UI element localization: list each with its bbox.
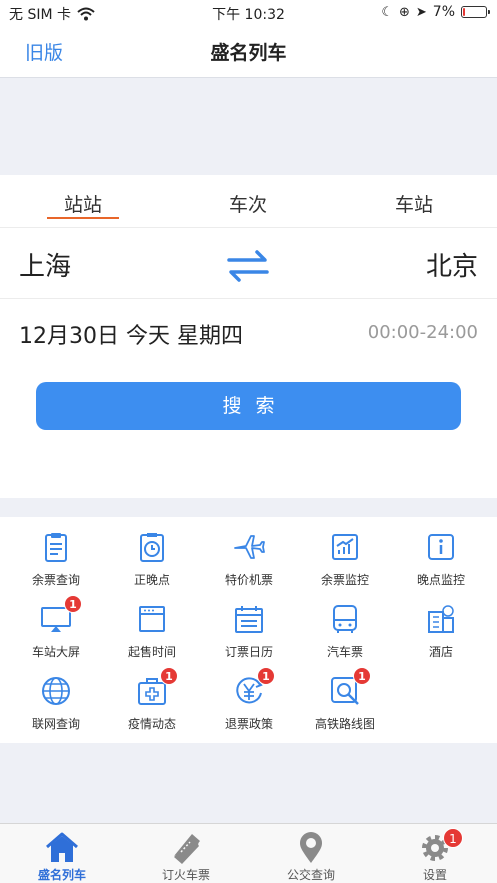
tab-station[interactable]: 车站	[364, 190, 464, 217]
time-range[interactable]: 00:00-24:00	[368, 322, 478, 343]
date-row[interactable]: 12月30日 今天 星期四 00:00-24:00	[0, 299, 497, 369]
grid-item[interactable]: 特价机票	[207, 517, 291, 587]
grid-item-label: 订票日历	[224, 645, 273, 659]
grid-item[interactable]: 1 退票政策	[207, 661, 291, 731]
grid-item-label: 晚点监控	[416, 573, 465, 587]
status-bar: 无 SIM 卡 下午 10:32 ☾ ⊕ ➤ 7%	[0, 0, 497, 26]
home-icon	[46, 832, 78, 862]
tab-bar-label: 盛名列车	[37, 868, 86, 882]
swap-icon[interactable]	[225, 248, 271, 284]
grid-item-label: 疫情动态	[127, 717, 176, 731]
grid-item-label: 高铁路线图	[314, 717, 375, 731]
grid-item-label: 余票监控	[320, 573, 369, 587]
grid-item-label: 起售时间	[127, 645, 176, 659]
status-right: ☾ ⊕ ➤ 7%	[381, 4, 490, 20]
grid-item[interactable]: 联网查询	[14, 661, 98, 731]
search-tabs: 站站 车次 车站	[0, 190, 497, 222]
grid-item[interactable]: 1 高铁路线图	[303, 661, 387, 731]
search-card: 站站 车次 车站 上海 北京 12月30日 今天 星期四 00:00-24:00…	[0, 175, 497, 498]
notification-badge: 1	[257, 667, 275, 685]
grid-item[interactable]: 起售时间	[110, 589, 194, 659]
battery-fill	[463, 8, 465, 16]
globe-icon	[42, 677, 70, 705]
hotel-icon	[428, 605, 454, 633]
location-pin-icon	[300, 832, 322, 863]
to-station[interactable]: 北京	[426, 246, 478, 283]
grid-item[interactable]: 1 车站大屏	[14, 589, 98, 659]
grid-item-label: 特价机票	[224, 573, 273, 587]
page-title: 盛名列车	[210, 42, 287, 64]
notification-badge: 1	[160, 667, 178, 685]
tab-bar-label: 订火车票	[161, 868, 210, 882]
search-button[interactable]: 搜索	[36, 382, 461, 430]
tab-bar-label: 公交查询	[286, 868, 335, 882]
grid-item[interactable]: 汽车票	[303, 589, 387, 659]
tab-bar-item[interactable]: 盛名列车	[0, 824, 124, 883]
rotation-lock-icon: ⊕	[398, 4, 410, 20]
grid-item-label: 正晚点	[133, 573, 170, 587]
bus-icon	[333, 605, 357, 633]
grid-item-label: 汽车票	[326, 645, 363, 659]
notification-badge: 1	[443, 828, 463, 848]
grid-item[interactable]: 1 疫情动态	[110, 661, 194, 731]
grid-item[interactable]: 酒店	[399, 589, 483, 659]
nav-bar: 旧版 盛名列车	[0, 26, 497, 78]
window-icon	[139, 606, 165, 632]
grid-item-label: 联网查询	[31, 717, 80, 731]
grid-item-label: 酒店	[428, 645, 453, 659]
ticket-icon	[174, 834, 200, 864]
notification-badge: 1	[64, 595, 82, 613]
bottom-tab-bar: 盛名列车 订火车票 公交查询 1 设置	[0, 823, 497, 883]
departure-date[interactable]: 12月30日 今天 星期四	[19, 318, 243, 350]
grid-item-label: 余票查询	[31, 573, 80, 587]
function-grid: 余票查询 正晚点 特价机票 余票监控 晚点监控 1 车站大屏 起售时间 订票日历 汽车票 酒店联网查…	[0, 517, 497, 743]
grid-item[interactable]: 余票查询	[14, 517, 98, 587]
tab-train-number[interactable]: 车次	[198, 190, 298, 217]
from-station[interactable]: 上海	[19, 246, 71, 283]
battery-icon	[461, 6, 490, 18]
battery-percent: 7%	[432, 4, 455, 20]
tab-bar-item[interactable]: 1 设置	[373, 824, 497, 883]
airplane-icon	[234, 535, 265, 559]
info-icon	[428, 534, 454, 560]
grid-item[interactable]: 晚点监控	[399, 517, 483, 587]
location-arrow-icon: ➤	[415, 4, 427, 20]
tab-bar-item[interactable]: 公交查询	[249, 824, 373, 883]
calendar-icon	[235, 606, 263, 633]
clock-icon	[140, 533, 164, 562]
grid-item[interactable]: 订票日历	[207, 589, 291, 659]
grid-item[interactable]: 余票监控	[303, 517, 387, 587]
clipboard-icon	[45, 533, 67, 562]
notification-badge: 1	[353, 667, 371, 685]
tab-bar-item[interactable]: 订火车票	[124, 824, 248, 883]
station-row: 上海 北京	[0, 227, 497, 299]
grid-item-label: 车站大屏	[31, 645, 80, 659]
tab-bar-label: 设置	[422, 868, 447, 882]
grid-item[interactable]: 正晚点	[110, 517, 194, 587]
grid-item-label: 退票政策	[224, 717, 273, 731]
chart-icon	[332, 534, 358, 560]
moon-icon: ☾	[381, 4, 393, 20]
tab-station-to-station[interactable]: 站站	[33, 190, 133, 219]
